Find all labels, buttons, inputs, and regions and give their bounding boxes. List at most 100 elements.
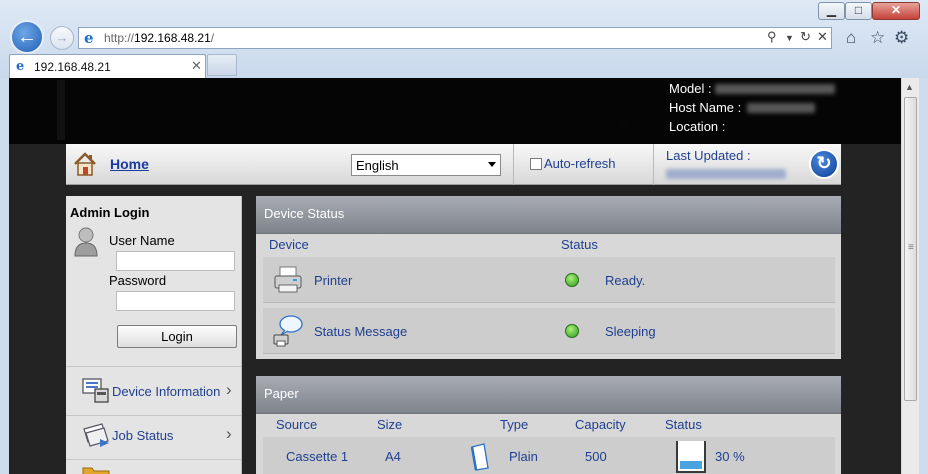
url-scheme: http:// bbox=[104, 31, 135, 45]
divider bbox=[66, 366, 241, 367]
divider bbox=[66, 459, 241, 460]
column-header-capacity: Capacity bbox=[575, 417, 626, 432]
divider bbox=[513, 144, 514, 185]
language-selected: English bbox=[356, 158, 399, 173]
scroll-grip-icon: ≡ bbox=[908, 242, 914, 253]
url-host: 192.168.48.21 bbox=[134, 31, 211, 45]
device-status-text: Sleeping bbox=[605, 324, 656, 339]
header-watermark: ◌ bbox=[621, 122, 627, 133]
home-house-icon[interactable] bbox=[72, 151, 98, 177]
auto-refresh-checkbox[interactable] bbox=[530, 158, 542, 170]
admin-login-title: Admin Login bbox=[70, 205, 150, 220]
paper-panel: Paper Source Size Type Capacity Status C… bbox=[256, 376, 841, 474]
status-ready-icon bbox=[565, 273, 579, 287]
sidebar: Admin Login User Name Password Login Dev… bbox=[66, 196, 242, 474]
last-updated-label: Last Updated : bbox=[666, 148, 751, 163]
refresh-icon[interactable]: ↻ bbox=[800, 29, 811, 45]
password-input[interactable] bbox=[116, 291, 235, 311]
gear-icon[interactable]: ⚙ bbox=[894, 28, 909, 48]
column-header-status: Status bbox=[561, 237, 598, 252]
username-label: User Name bbox=[109, 233, 175, 248]
login-button[interactable]: Login bbox=[117, 325, 237, 348]
device-status-title: Device Status bbox=[264, 206, 345, 221]
url-path: / bbox=[210, 31, 215, 45]
ie-page-icon: e bbox=[84, 29, 94, 47]
table-row: Cassette 1 A4 Plain 500 30 % bbox=[263, 437, 835, 474]
paper-level-fill bbox=[680, 461, 702, 469]
minimize-button[interactable]: ▁ bbox=[818, 2, 845, 20]
forward-button[interactable]: → bbox=[50, 26, 74, 50]
nav-bar: Home English Auto-refresh Last Updated :… bbox=[66, 144, 841, 185]
sidebar-item-label: Job Status bbox=[112, 428, 174, 443]
plain-paper-icon bbox=[470, 443, 489, 471]
table-row: Printer Ready. bbox=[263, 257, 835, 303]
model-label: Model : bbox=[669, 81, 712, 96]
panel-header: Paper bbox=[256, 376, 841, 414]
address-bar[interactable]: e http://192.168.48.21/ ⚲ ▼ ↻ ✕ bbox=[78, 27, 832, 49]
chevron-right-icon: › bbox=[226, 424, 232, 443]
home-link[interactable]: Home bbox=[110, 156, 149, 172]
folder-icon[interactable] bbox=[82, 464, 110, 474]
panel-header: Device Status bbox=[256, 196, 841, 234]
model-value-blurred bbox=[715, 84, 835, 94]
auto-refresh-label: Auto-refresh bbox=[544, 156, 616, 171]
table-row: Status Message Sleeping bbox=[263, 308, 835, 354]
back-button[interactable]: ← bbox=[10, 20, 44, 54]
job-status-icon bbox=[83, 423, 109, 447]
chevron-down-icon[interactable]: ▼ bbox=[785, 33, 794, 43]
column-header-type: Type bbox=[500, 417, 529, 432]
username-input[interactable] bbox=[116, 251, 235, 271]
paper-type: Plain bbox=[509, 449, 538, 464]
new-tab-button[interactable] bbox=[207, 54, 237, 76]
page-header: ◌ Model : Host Name : Location : bbox=[9, 78, 901, 144]
paper-level-gauge bbox=[676, 441, 706, 473]
close-tab-icon[interactable]: ✕ bbox=[191, 58, 202, 74]
device-status-text: Ready. bbox=[605, 273, 646, 288]
vertical-scrollbar[interactable]: ▲ ≡ bbox=[901, 78, 919, 474]
sidebar-item-job-status[interactable]: Job Status › bbox=[66, 415, 241, 459]
star-icon[interactable]: ☆ bbox=[870, 28, 885, 48]
printer-icon bbox=[274, 266, 302, 293]
logo-shadow bbox=[57, 80, 65, 140]
divider bbox=[653, 144, 654, 185]
chevron-down-icon bbox=[488, 162, 496, 167]
last-updated-value-blurred bbox=[666, 169, 786, 179]
refresh-button[interactable]: ↻ bbox=[809, 149, 839, 179]
maximize-button[interactable]: □ bbox=[845, 2, 872, 20]
location-label: Location : bbox=[669, 119, 726, 134]
paper-capacity: 500 bbox=[585, 449, 607, 464]
browser-chrome: ▁ □ ✕ ← → e http://192.168.48.21/ ⚲ ▼ ↻ … bbox=[0, 0, 928, 78]
tab-title: 192.168.48.21 bbox=[34, 60, 111, 74]
column-header-source: Source bbox=[276, 417, 318, 432]
paper-source: Cassette 1 bbox=[286, 449, 349, 464]
device-status-panel: Device Status Device Status Printer Read… bbox=[256, 196, 841, 359]
url-text[interactable]: http://192.168.48.21/ bbox=[104, 31, 214, 45]
close-window-button[interactable]: ✕ bbox=[872, 2, 920, 20]
scroll-thumb[interactable]: ≡ bbox=[904, 97, 917, 401]
paper-status-text: 30 % bbox=[715, 449, 745, 464]
scroll-up-arrow-icon[interactable]: ▲ bbox=[905, 82, 914, 92]
device-information-icon bbox=[82, 378, 109, 403]
page-viewport: ◌ Model : Host Name : Location : Home En… bbox=[9, 78, 901, 474]
search-icon[interactable]: ⚲ bbox=[767, 29, 777, 45]
status-sleeping-icon bbox=[565, 324, 579, 338]
sidebar-item-device-information[interactable]: Device Information › bbox=[66, 371, 241, 415]
column-header-status: Status bbox=[665, 417, 702, 432]
browser-tab[interactable]: e 192.168.48.21 ✕ bbox=[9, 54, 206, 78]
device-name: Printer bbox=[314, 273, 353, 288]
language-select[interactable]: English bbox=[351, 154, 501, 176]
column-header-size: Size bbox=[377, 417, 403, 432]
chevron-right-icon: › bbox=[226, 380, 232, 399]
column-header-device: Device bbox=[269, 237, 309, 252]
ie-tab-icon: e bbox=[16, 59, 25, 74]
refresh-icon: ↻ bbox=[816, 153, 832, 173]
sidebar-item-label: Device Information bbox=[112, 384, 221, 399]
paper-size: A4 bbox=[385, 449, 401, 464]
forward-arrow-icon: → bbox=[55, 30, 69, 45]
window-frame bbox=[919, 78, 928, 474]
stop-icon[interactable]: ✕ bbox=[817, 29, 828, 45]
user-avatar-icon bbox=[74, 227, 98, 257]
host-name-value-blurred bbox=[747, 103, 815, 113]
home-icon[interactable]: ⌂ bbox=[846, 28, 856, 48]
host-name-label: Host Name : bbox=[669, 100, 742, 115]
